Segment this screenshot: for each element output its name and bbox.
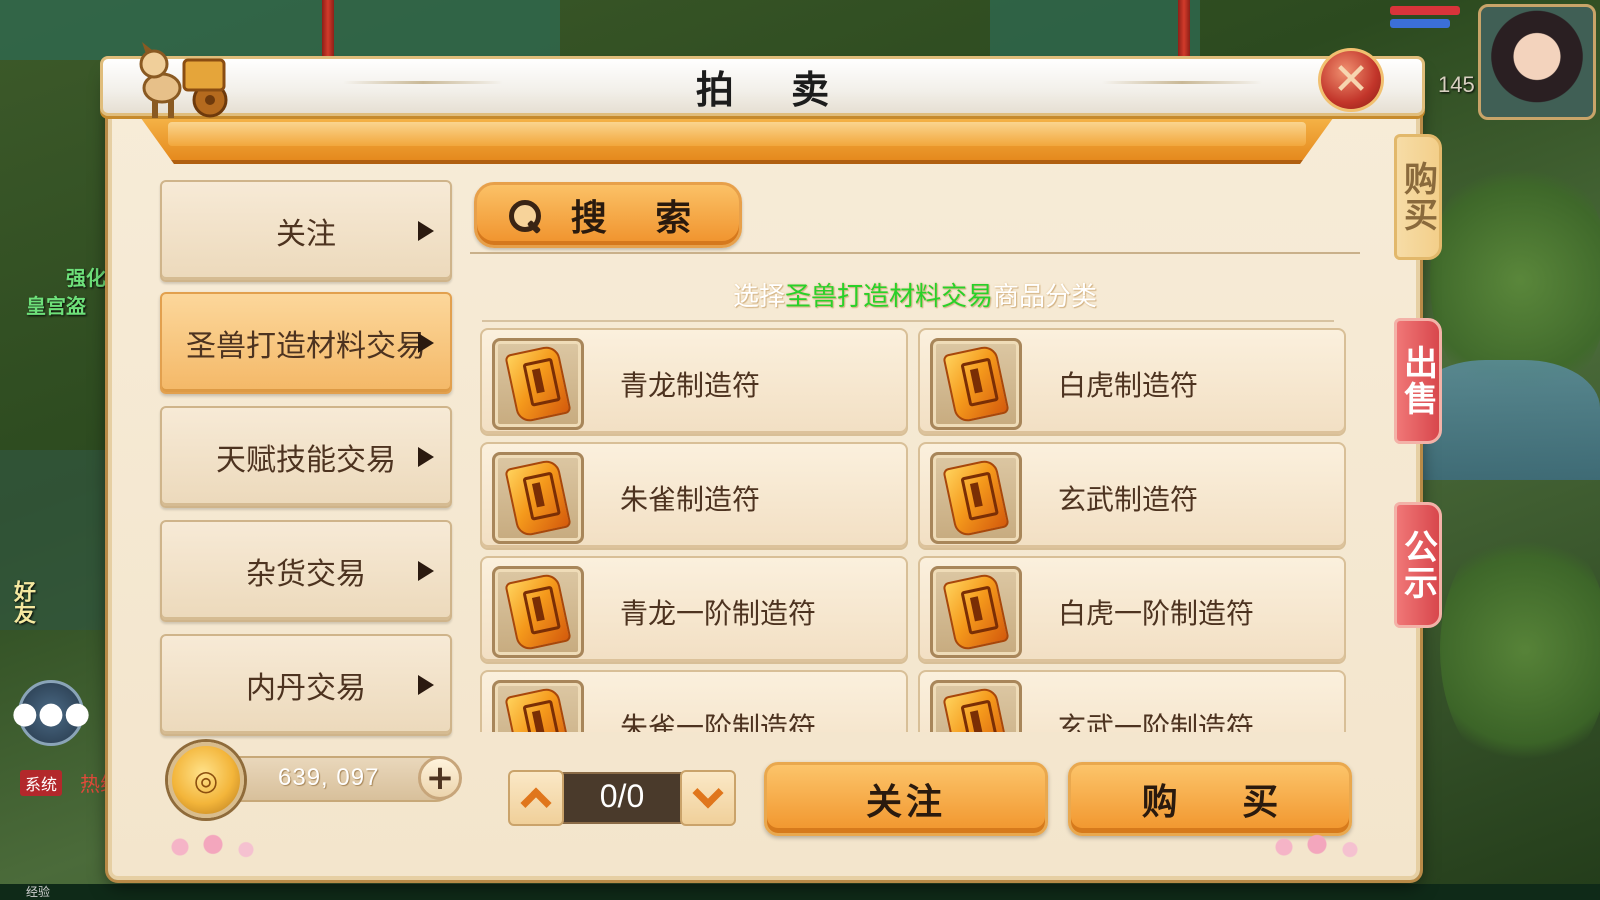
item-icon-frame xyxy=(492,680,584,732)
category-label: 关注 xyxy=(276,217,336,252)
category-follow[interactable]: 关注 xyxy=(160,180,452,282)
arrow-right-icon xyxy=(418,675,434,695)
follow-button[interactable]: 关注 xyxy=(764,762,1048,836)
add-currency-button[interactable]: + xyxy=(418,756,462,800)
category-inner-core[interactable]: 内丹交易 xyxy=(160,634,452,736)
currency-value: 639, 097 xyxy=(278,764,380,791)
arrow-right-icon xyxy=(418,561,434,581)
scroll-icon xyxy=(942,344,1010,424)
tab-sell[interactable]: 出售 xyxy=(1394,318,1442,444)
background-roof xyxy=(0,0,560,60)
chevron-down-icon xyxy=(692,777,724,809)
page-down-button[interactable] xyxy=(680,770,736,826)
item-icon-frame xyxy=(492,566,584,658)
item-name: 朱雀一阶制造符 xyxy=(620,711,817,732)
category-goods[interactable]: 杂货交易 xyxy=(160,520,452,622)
hint-prefix: 选择 xyxy=(732,282,785,312)
page-up-button[interactable] xyxy=(508,770,564,826)
gold-coin-icon: ◎ xyxy=(168,742,244,818)
item-card[interactable]: 朱雀制造符 xyxy=(480,442,908,550)
item-icon-frame xyxy=(930,680,1022,732)
chevron-up-icon xyxy=(520,787,552,819)
item-card[interactable]: 玄武一阶制造符 xyxy=(918,670,1346,732)
title-swirl-right xyxy=(1102,81,1262,84)
hp-bar xyxy=(1390,6,1460,15)
item-icon-frame xyxy=(492,452,584,544)
arrow-right-icon xyxy=(418,333,434,353)
title-swirl-left xyxy=(343,81,503,84)
blossom-decoration xyxy=(1262,834,1372,860)
item-name: 玄武制造符 xyxy=(1058,483,1199,516)
item-name: 白虎一阶制造符 xyxy=(1058,597,1255,630)
category-beast-materials[interactable]: 圣兽打造材料交易 xyxy=(160,292,452,394)
background-red-pole xyxy=(322,0,334,60)
title-banner: 拍 卖 xyxy=(100,56,1425,116)
item-icon-frame xyxy=(492,338,584,430)
exp-label: 经验 xyxy=(26,885,51,899)
title-scroll-decoration xyxy=(138,114,1336,164)
item-card[interactable]: 青龙制造符 xyxy=(480,328,908,436)
search-button[interactable]: 搜 索 xyxy=(474,182,742,248)
blossom-decoration xyxy=(158,834,268,860)
category-hint: 选择圣兽打造材料交易商品分类 xyxy=(470,276,1360,313)
quest-label[interactable]: 强化 xyxy=(66,262,106,291)
mp-bar xyxy=(1390,19,1450,28)
search-icon xyxy=(507,198,541,232)
tab-buy[interactable]: 购买 xyxy=(1394,134,1442,260)
arrow-right-icon xyxy=(418,221,434,241)
scroll-icon xyxy=(942,458,1010,538)
item-name: 青龙一阶制造符 xyxy=(620,597,817,630)
item-icon-frame xyxy=(930,338,1022,430)
hint-highlight: 圣兽打造材料交易 xyxy=(784,282,993,312)
scroll-icon xyxy=(504,572,572,652)
search-label: 搜 索 xyxy=(570,198,710,239)
category-talent-skills[interactable]: 天赋技能交易 xyxy=(160,406,452,508)
category-label: 内丹交易 xyxy=(246,671,366,706)
item-card[interactable]: 朱雀一阶制造符 xyxy=(480,670,908,732)
tab-notice[interactable]: 公示 xyxy=(1394,502,1442,628)
hud-level-text: 145 xyxy=(1438,72,1475,97)
item-card[interactable]: 白虎一阶制造符 xyxy=(918,556,1346,664)
pager: 0/0 xyxy=(508,770,736,826)
item-name: 玄武一阶制造符 xyxy=(1058,711,1255,732)
divider xyxy=(482,320,1334,322)
category-label: 圣兽打造材料交易 xyxy=(186,329,426,364)
item-grid[interactable]: 青龙制造符 白虎制造符 朱雀制造符 玄武制造符 青龙一阶制造符 白虎一阶制造符 … xyxy=(480,326,1348,732)
category-label: 天赋技能交易 xyxy=(216,443,396,478)
system-tag: 系统 xyxy=(20,770,63,796)
scroll-icon xyxy=(504,458,572,538)
quest-label-2[interactable]: 皇宫盗 xyxy=(26,290,86,319)
item-icon-frame xyxy=(930,452,1022,544)
chat-icon[interactable]: ●●● xyxy=(12,680,90,746)
divider xyxy=(470,252,1360,254)
hint-suffix: 商品分类 xyxy=(993,282,1098,312)
scroll-icon xyxy=(942,686,1010,732)
page-title: 拍 卖 xyxy=(695,67,852,112)
item-card[interactable]: 玄武制造符 xyxy=(918,442,1346,550)
currency-display: ◎ 639, 097 + xyxy=(168,742,464,818)
background-red-pole xyxy=(1178,0,1190,60)
item-card[interactable]: 青龙一阶制造符 xyxy=(480,556,908,664)
arrow-right-icon xyxy=(418,447,434,467)
buy-button[interactable]: 购 买 xyxy=(1068,762,1352,836)
item-card[interactable]: 白虎制造符 xyxy=(918,328,1346,436)
background-tree xyxy=(1440,520,1600,780)
close-button[interactable]: ✕ xyxy=(1318,48,1384,112)
item-name: 白虎制造符 xyxy=(1058,369,1199,402)
item-icon-frame xyxy=(930,566,1022,658)
player-portrait[interactable] xyxy=(1478,4,1596,120)
scroll-icon xyxy=(504,686,572,732)
scroll-icon xyxy=(942,572,1010,652)
scroll-icon xyxy=(504,344,572,424)
category-label: 杂货交易 xyxy=(246,557,366,592)
friends-label[interactable]: 好友 xyxy=(6,580,38,624)
item-name: 朱雀制造符 xyxy=(620,483,761,516)
item-name: 青龙制造符 xyxy=(620,369,761,402)
page-indicator: 0/0 xyxy=(599,778,645,814)
exp-bar xyxy=(0,884,1600,900)
background-roof xyxy=(990,0,1200,60)
horse-cart-logo-icon xyxy=(139,42,228,118)
hud-status-bars xyxy=(1390,6,1470,46)
